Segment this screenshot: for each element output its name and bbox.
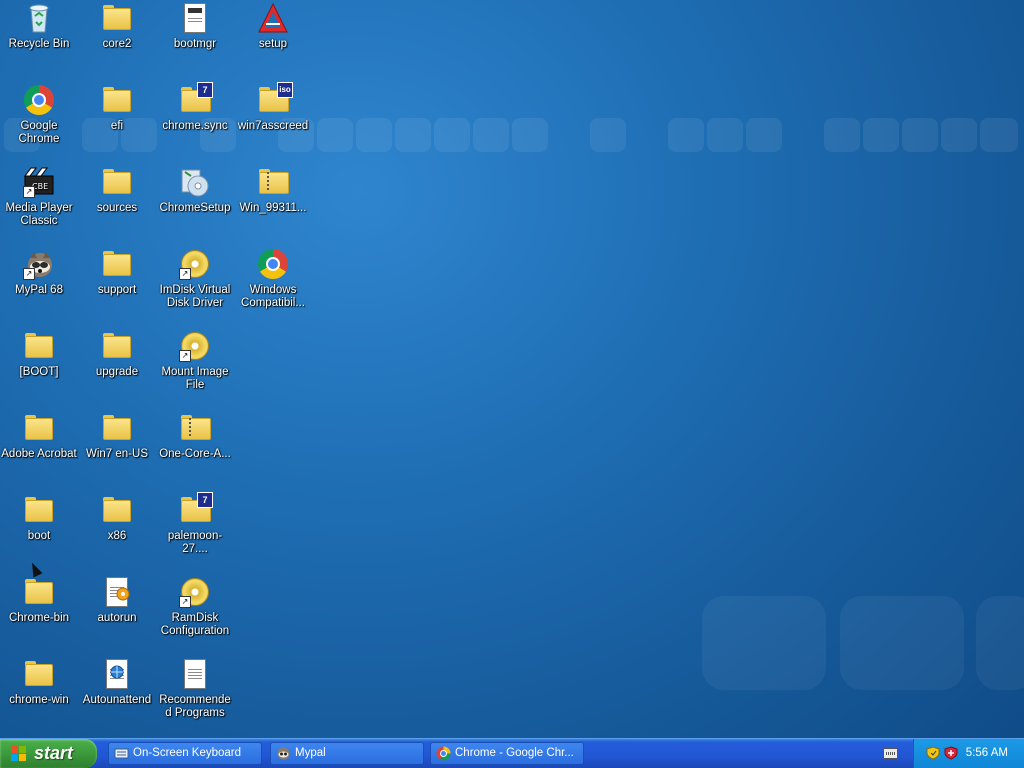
desktop-icon-recommended-programs[interactable]: Recommended Programs <box>156 658 234 720</box>
media-player-icon: CBE ↗ <box>23 166 55 198</box>
chrome-icon <box>257 248 289 280</box>
chrome-icon <box>436 746 451 761</box>
folder-icon <box>101 330 133 362</box>
shortcut-arrow-icon: ↗ <box>179 596 191 608</box>
desktop-icon-recycle-bin[interactable]: Recycle Bin <box>0 2 78 51</box>
desktop-icon-autounattend[interactable]: Autounattend <box>78 658 156 707</box>
task-label: Chrome - Google Chr... <box>455 747 574 759</box>
recycle-bin-icon <box>23 2 55 34</box>
start-label: start <box>34 743 74 763</box>
desktop-icon-chrome-win[interactable]: chrome-win <box>0 658 78 707</box>
desktop-icon-chromesetup[interactable]: ChromeSetup <box>156 166 234 215</box>
iso-archive-icon: iso <box>257 82 293 116</box>
desktop-icon-sources[interactable]: sources <box>78 166 156 215</box>
shortcut-arrow-icon: ↗ <box>179 350 191 362</box>
folder-icon <box>23 330 55 362</box>
folder-icon <box>101 84 133 116</box>
folder-icon <box>101 166 133 198</box>
desktop-icon-core2[interactable]: core2 <box>78 2 156 51</box>
folder-icon <box>101 248 133 280</box>
folder-icon <box>101 412 133 444</box>
xml-document-icon <box>101 658 133 690</box>
taskbar-button-on-screen-keyboard[interactable]: On-Screen Keyboard <box>108 742 262 765</box>
zip-folder-icon <box>257 166 289 198</box>
folder-icon <box>23 412 55 444</box>
desktop-icon-media-player-classic[interactable]: CBE ↗ Media Player Classic <box>0 166 78 228</box>
clock[interactable]: 5:56 AM <box>966 739 1008 768</box>
start-button[interactable]: start <box>0 739 97 768</box>
zip-folder-icon <box>179 412 211 444</box>
desktop-icon-chrome-sync[interactable]: 7 chrome.sync <box>156 82 234 133</box>
disc-icon: ↗ <box>179 330 211 362</box>
desktop-icon-mount-image-file[interactable]: ↗ Mount Image File <box>156 330 234 392</box>
input-language-keyboard-icon[interactable] <box>883 748 898 759</box>
desktop-icon-efi[interactable]: efi <box>78 84 156 133</box>
desktop-icon-mypal-68[interactable]: ↗ MyPal 68 <box>0 248 78 297</box>
desktop-icon-imdisk[interactable]: ↗ ImDisk Virtual Disk Driver <box>156 248 234 310</box>
desktop-icon-boot[interactable]: boot <box>0 494 78 543</box>
task-label: Mypal <box>295 747 326 759</box>
desktop-icon-chrome-bin[interactable]: Chrome-bin <box>0 576 78 625</box>
system-file-icon <box>179 2 211 34</box>
desktop-icon-google-chrome[interactable]: Google Chrome <box>0 84 78 146</box>
desktop-icon-win7-en-us[interactable]: Win7 en-US <box>78 412 156 461</box>
disc-icon: ↗ <box>179 576 211 608</box>
folder-icon <box>101 494 133 526</box>
desktop-icon-ramdisk-configuration[interactable]: ↗ RamDisk Configuration <box>156 576 234 638</box>
desktop-icon-autorun[interactable]: autorun <box>78 576 156 625</box>
desktop-icon-setup[interactable]: setup <box>234 2 312 51</box>
disc-icon: ↗ <box>179 248 211 280</box>
shortcut-arrow-icon: ↗ <box>23 268 35 280</box>
desktop-icon-win-99311[interactable]: Win_99311... <box>234 166 312 215</box>
shortcut-arrow-icon: ↗ <box>179 268 191 280</box>
desktop-icon-palemoon[interactable]: 7 palemoon-27.... <box>156 492 234 556</box>
desktop-icon-win7asscreed[interactable]: iso win7asscreed <box>234 82 312 133</box>
mypal-icon: ↗ <box>23 248 55 280</box>
folder-icon <box>23 494 55 526</box>
desktop-icon-x86[interactable]: x86 <box>78 494 156 543</box>
7zip-archive-icon: 7 <box>179 492 213 526</box>
desktop-icon-one-core[interactable]: One-Core-A... <box>156 412 234 461</box>
mouse-cursor-icon <box>27 560 43 578</box>
mypal-icon <box>276 746 291 761</box>
system-tray: 5:56 AM <box>913 739 1024 768</box>
desktop-icon-windows-compatibility[interactable]: Windows Compatibil... <box>234 248 312 310</box>
security-shield-icon[interactable] <box>926 746 940 760</box>
taskbar: start On-Screen Keyboard Mypal Chrome - … <box>0 738 1024 768</box>
7zip-archive-icon: 7 <box>179 82 213 116</box>
desktop-icon-support[interactable]: support <box>78 248 156 297</box>
task-label: On-Screen Keyboard <box>133 747 242 759</box>
windows-flag-icon <box>11 746 27 762</box>
keyboard-icon <box>114 746 129 761</box>
defender-shield-icon[interactable] <box>944 746 958 760</box>
folder-icon <box>23 576 55 608</box>
text-document-icon <box>179 658 211 690</box>
taskbar-button-chrome[interactable]: Chrome - Google Chr... <box>430 742 584 765</box>
desktop-icon-adobe-acrobat[interactable]: Adobe Acrobat <box>0 412 78 461</box>
autorun-icon <box>101 576 133 608</box>
taskbar-button-mypal[interactable]: Mypal <box>270 742 424 765</box>
shortcut-arrow-icon: ↗ <box>23 186 35 198</box>
desktop-icon-bootmgr[interactable]: bootmgr <box>156 2 234 51</box>
folder-icon <box>23 658 55 690</box>
desktop-icon-upgrade[interactable]: upgrade <box>78 330 156 379</box>
setup-disc-icon <box>179 166 211 198</box>
chrome-icon <box>23 84 55 116</box>
setup-triangle-icon <box>257 2 289 34</box>
folder-icon <box>101 2 133 34</box>
desktop-icon-boot-bracket[interactable]: [BOOT] <box>0 330 78 379</box>
